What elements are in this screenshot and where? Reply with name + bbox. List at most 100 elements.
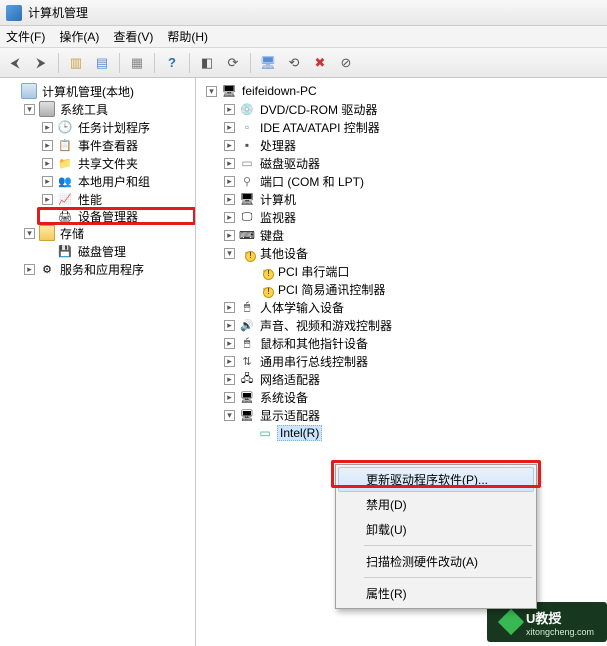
- tree-diskmgmt[interactable]: 磁盘管理: [40, 242, 193, 260]
- dev-display[interactable]: ▾显示适配器: [222, 406, 605, 424]
- device-tree[interactable]: ▾ feifeidown-PC ▸DVD/CD-ROM 驱动器 ▸IDE ATA…: [196, 78, 607, 646]
- tree-performance[interactable]: ▸性能: [40, 190, 193, 208]
- export-button[interactable]: ▦: [126, 52, 148, 74]
- dev-pci-serial[interactable]: PCI 串行端口: [240, 262, 605, 280]
- update-driver-button[interactable]: ⟲: [283, 52, 305, 74]
- dev-network[interactable]: ▸网络适配器: [222, 370, 605, 388]
- show-console-tree-button[interactable]: ▥: [65, 52, 87, 74]
- nav-back-button[interactable]: ⮜: [4, 52, 26, 74]
- cpu-icon: [239, 137, 255, 153]
- dev-other[interactable]: ▾其他设备: [222, 244, 605, 262]
- expand-icon[interactable]: ▸: [224, 302, 235, 313]
- expand-icon[interactable]: ▸: [42, 194, 53, 205]
- uninstall-button[interactable]: ✖: [309, 52, 331, 74]
- dev-system[interactable]: ▸系统设备: [222, 388, 605, 406]
- dev-root[interactable]: ▾ feifeidown-PC: [204, 82, 605, 100]
- dev-monitor[interactable]: ▸监视器: [222, 208, 605, 226]
- toolbar-separator: [189, 53, 190, 73]
- ctx-update-driver[interactable]: 更新驱动程序软件(P)...: [338, 467, 534, 492]
- clock-icon: [57, 119, 73, 135]
- pc-icon: [221, 83, 237, 99]
- expand-icon[interactable]: ▸: [224, 158, 235, 169]
- expand-icon[interactable]: ▸: [224, 104, 235, 115]
- dev-dvd[interactable]: ▸DVD/CD-ROM 驱动器: [222, 100, 605, 118]
- collapse-icon[interactable]: ▾: [206, 86, 217, 97]
- expand-icon[interactable]: ▸: [224, 320, 235, 331]
- collapse-icon[interactable]: ▾: [224, 248, 235, 259]
- menu-help[interactable]: 帮助(H): [167, 28, 208, 45]
- refresh-button[interactable]: ⟳: [222, 52, 244, 74]
- dev-diskdrives[interactable]: ▸磁盘驱动器: [222, 154, 605, 172]
- expand-icon[interactable]: ▸: [224, 176, 235, 187]
- sys-icon: [239, 389, 255, 405]
- properties-button[interactable]: ▤: [91, 52, 113, 74]
- dev-hid[interactable]: ▸人体学输入设备: [222, 298, 605, 316]
- expand-icon[interactable]: ▸: [42, 176, 53, 187]
- services-icon: [39, 261, 55, 277]
- expand-icon[interactable]: ▸: [42, 158, 53, 169]
- dev-ide[interactable]: ▸IDE ATA/ATAPI 控制器: [222, 118, 605, 136]
- expand-icon[interactable]: ▸: [224, 212, 235, 223]
- tree-storage[interactable]: ▾ 存储: [22, 224, 193, 242]
- ctx-disable[interactable]: 禁用(D): [338, 492, 534, 517]
- disable-button[interactable]: ⊘: [335, 52, 357, 74]
- tree-eventviewer[interactable]: ▸事件查看器: [40, 136, 193, 154]
- collapse-icon[interactable]: ▾: [224, 410, 235, 421]
- help-button[interactable]: ?: [161, 52, 183, 74]
- nav-forward-button[interactable]: ⮞: [30, 52, 52, 74]
- dev-mouse[interactable]: ▸鼠标和其他指针设备: [222, 334, 605, 352]
- menu-view[interactable]: 查看(V): [113, 28, 153, 45]
- disk-icon: [57, 243, 73, 259]
- dev-pci-comm[interactable]: PCI 简易通讯控制器: [240, 280, 605, 298]
- event-icon: [57, 137, 73, 153]
- expand-icon[interactable]: ▸: [224, 338, 235, 349]
- ctx-separator: [364, 545, 532, 546]
- dev-computer[interactable]: ▸计算机: [222, 190, 605, 208]
- expand-icon[interactable]: ▸: [42, 140, 53, 151]
- console-tree[interactable]: 计算机管理(本地) ▾ 系统工具 ▸任务计划程序 ▸事件查看器 ▸共享文件夹 ▸…: [0, 78, 196, 646]
- expand-icon[interactable]: ▸: [224, 122, 235, 133]
- storage-icon: [39, 225, 55, 241]
- tools-icon: [39, 101, 55, 117]
- tree-devicemanager[interactable]: 设备管理器: [37, 207, 196, 225]
- dev-cpu[interactable]: ▸处理器: [222, 136, 605, 154]
- dev-keyboard[interactable]: ▸键盘: [222, 226, 605, 244]
- expand-icon[interactable]: ▸: [224, 230, 235, 241]
- view-button[interactable]: ◧: [196, 52, 218, 74]
- cd-icon: [239, 101, 255, 117]
- tree-localusers[interactable]: ▸本地用户和组: [40, 172, 193, 190]
- collapse-icon[interactable]: ▾: [24, 228, 35, 239]
- scan-hardware-button[interactable]: 🖥: [257, 52, 279, 74]
- titlebar: 计算机管理: [0, 0, 607, 26]
- dev-gpu-intel[interactable]: Intel(R): [240, 424, 605, 442]
- dev-sound[interactable]: ▸声音、视频和游戏控制器: [222, 316, 605, 334]
- dev-ports[interactable]: ▸端口 (COM 和 LPT): [222, 172, 605, 190]
- expand-icon[interactable]: ▸: [24, 264, 35, 275]
- ctx-uninstall[interactable]: 卸载(U): [338, 517, 534, 542]
- perf-icon: [57, 191, 73, 207]
- warn-icon: [257, 281, 273, 297]
- expand-icon[interactable]: ▸: [224, 194, 235, 205]
- other-icon: [239, 245, 255, 261]
- menu-action[interactable]: 操作(A): [59, 28, 99, 45]
- menu-file[interactable]: 文件(F): [6, 28, 45, 45]
- dev-usb[interactable]: ▸通用串行总线控制器: [222, 352, 605, 370]
- ctx-properties[interactable]: 属性(R): [338, 581, 534, 606]
- expand-icon[interactable]: ▸: [224, 374, 235, 385]
- ctx-separator: [364, 577, 532, 578]
- users-icon: [57, 173, 73, 189]
- ctx-scan[interactable]: 扫描检测硬件改动(A): [338, 549, 534, 574]
- tree-scheduler[interactable]: ▸任务计划程序: [40, 118, 193, 136]
- toolbar: ⮜ ⮞ ▥ ▤ ▦ ? ◧ ⟳ 🖥 ⟲ ✖ ⊘: [0, 48, 607, 78]
- expand-icon[interactable]: ▸: [224, 356, 235, 367]
- tree-services[interactable]: ▸ 服务和应用程序: [22, 260, 193, 278]
- collapse-icon[interactable]: ▾: [24, 104, 35, 115]
- expand-icon[interactable]: ▸: [224, 140, 235, 151]
- tree-sharedfolders[interactable]: ▸共享文件夹: [40, 154, 193, 172]
- expand-icon[interactable]: ▸: [224, 392, 235, 403]
- toolbar-separator: [154, 53, 155, 73]
- expand-icon[interactable]: ▸: [42, 122, 53, 133]
- tree-root[interactable]: 计算机管理(本地): [4, 82, 193, 100]
- app-icon: [6, 5, 22, 21]
- tree-systools[interactable]: ▾ 系统工具: [22, 100, 193, 118]
